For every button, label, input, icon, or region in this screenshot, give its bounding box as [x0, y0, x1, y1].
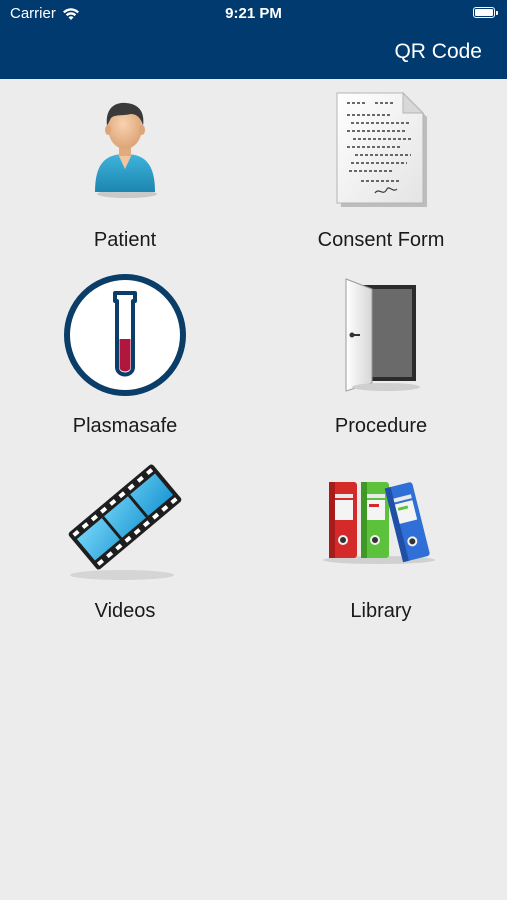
- procedure-tile[interactable]: Procedure: [281, 265, 481, 450]
- consent-form-label: Consent Form: [317, 229, 445, 251]
- plasmasafe-tile[interactable]: Plasmasafe: [25, 265, 225, 450]
- test-tube-icon: [64, 274, 186, 396]
- consent-form-tile[interactable]: Consent Form: [281, 79, 481, 264]
- consent-form-icon: [336, 91, 427, 207]
- battery-icon: [473, 7, 498, 18]
- plasmasafe-label: Plasmasafe: [72, 415, 178, 437]
- status-time: 9:21 PM: [225, 5, 282, 22]
- film-strip-icon: [68, 464, 182, 580]
- videos-label: Videos: [94, 600, 156, 622]
- app-screen: Carrier 9:21 PM QR Code Patient Consent …: [0, 0, 507, 900]
- videos-tile[interactable]: Videos: [25, 450, 225, 635]
- patient-tile[interactable]: Patient: [25, 79, 225, 264]
- door-icon: [345, 278, 420, 392]
- qr-code-button[interactable]: QR Code: [394, 40, 482, 64]
- status-bar: Carrier 9:21 PM: [0, 0, 507, 28]
- binders-icon: [323, 482, 435, 564]
- procedure-label: Procedure: [334, 415, 428, 437]
- library-label: Library: [350, 600, 412, 622]
- library-tile[interactable]: Library: [281, 450, 481, 635]
- navigation-bar: Carrier 9:21 PM QR Code: [0, 0, 507, 79]
- patient-label: Patient: [93, 229, 157, 251]
- patient-icon: [95, 102, 157, 198]
